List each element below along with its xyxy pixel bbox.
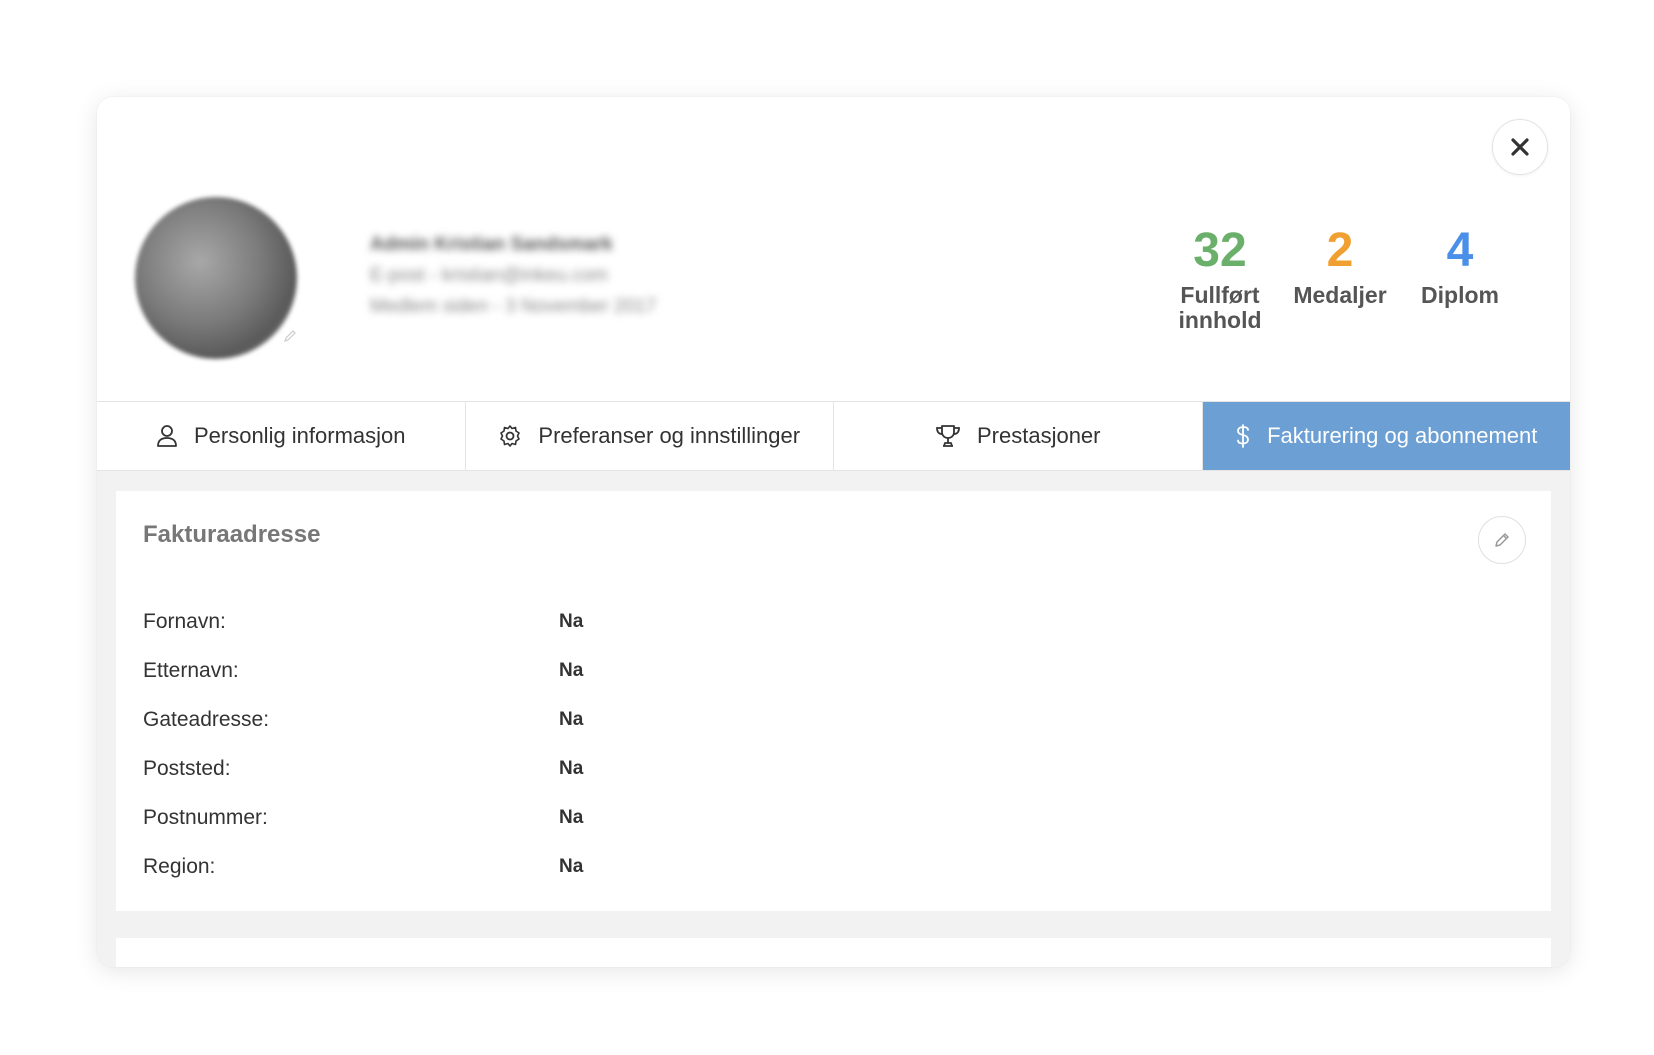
pencil-icon (1495, 533, 1509, 547)
stat-completed: 32 Fullført innhold (1160, 225, 1280, 333)
field-value: Na (559, 757, 584, 779)
stat-medals: 2 Medaljer (1280, 225, 1400, 333)
field-row-city: Poststed: Na (143, 744, 583, 793)
tab-achievements[interactable]: Prestasjoner (834, 402, 1203, 470)
user-member-since: Medlem siden - 3 November 2017 (370, 296, 657, 317)
profile-tabs: Personlig informasjon Preferanser og inn… (97, 401, 1570, 471)
tab-personal-info-label: Personlig informasjon (193, 423, 406, 448)
content-area: Fakturaadresse Fornavn: Na Etternavn: Na… (97, 471, 1570, 967)
pencil-icon (284, 330, 296, 342)
field-label: Region: (143, 854, 216, 878)
stat-diplomas-value: 4 (1446, 224, 1474, 277)
field-value: Na (559, 708, 584, 730)
field-row-region: Region: Na (143, 842, 583, 891)
avatar (135, 197, 297, 359)
stat-completed-label: Fullført innhold (1178, 282, 1262, 333)
edit-billing-button[interactable] (1478, 516, 1526, 564)
billing-address-title: Fakturaadresse (143, 521, 321, 548)
stats: 32 Fullført innhold 2 Medaljer 4 Diplom (1160, 225, 1520, 333)
dollar-icon (1235, 424, 1251, 448)
user-icon (156, 424, 178, 448)
user-name: Admin Kristian Sandsmark (370, 234, 613, 255)
field-value: Na (559, 855, 584, 877)
field-label: Fornavn: (143, 609, 226, 633)
user-info: Admin Kristian Sandsmark E-post - kristi… (370, 229, 656, 322)
stat-diplomas-label: Diplom (1421, 282, 1499, 308)
stat-completed-value: 32 (1193, 224, 1247, 277)
stat-medals-label: Medaljer (1293, 282, 1387, 308)
field-label: Gateadresse: (143, 707, 270, 731)
field-value: Na (559, 659, 584, 681)
avatar-edit-button[interactable] (277, 323, 303, 349)
field-label: Etternavn: (143, 658, 239, 682)
field-row-first-name: Fornavn: Na (143, 597, 583, 646)
tab-billing-label: Fakturering og abonnement (1267, 423, 1538, 448)
tab-achievements-label: Prestasjoner (976, 423, 1101, 448)
field-value: Na (559, 806, 584, 828)
tab-billing[interactable]: Fakturering og abonnement (1202, 402, 1570, 470)
billing-fields: Fornavn: Na Etternavn: Na Gateadresse: N… (143, 597, 583, 891)
field-row-street: Gateadresse: Na (143, 695, 583, 744)
billing-address-card: Fakturaadresse Fornavn: Na Etternavn: Na… (116, 491, 1551, 911)
user-email: E-post - kristian@inkeu.com (370, 265, 608, 286)
trophy-icon (935, 424, 961, 448)
stat-diplomas: 4 Diplom (1400, 225, 1520, 333)
profile-modal: Admin Kristian Sandsmark E-post - kristi… (97, 97, 1570, 967)
gear-icon (498, 424, 522, 448)
field-row-last-name: Etternavn: Na (143, 646, 583, 695)
stat-medals-value: 2 (1326, 224, 1354, 277)
field-row-postal-code: Postnummer: Na (143, 793, 583, 842)
field-value: Na (559, 610, 584, 632)
next-card (116, 938, 1551, 967)
profile-header: Admin Kristian Sandsmark E-post - kristi… (97, 97, 1570, 401)
tab-preferences[interactable]: Preferanser og innstillinger (466, 402, 834, 470)
field-label: Poststed: (143, 756, 231, 780)
tab-personal-info[interactable]: Personlig informasjon (97, 402, 466, 470)
tab-preferences-label: Preferanser og innstillinger (538, 423, 801, 448)
field-label: Postnummer: (143, 805, 268, 829)
